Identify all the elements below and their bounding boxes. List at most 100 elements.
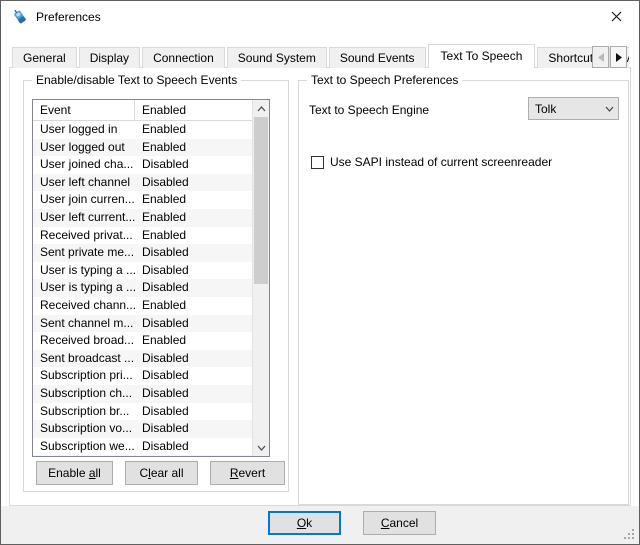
table-header[interactable]: Event Enabled [33, 100, 252, 121]
dialog-footer: Ok Cancel [1, 506, 639, 544]
tab-scroll-left-icon[interactable] [592, 46, 609, 68]
enabled-cell[interactable]: Disabled [135, 174, 252, 192]
event-cell[interactable]: Sent channel m... [33, 315, 135, 333]
chevron-down-icon [600, 106, 618, 112]
event-cell[interactable]: Subscription sh... [33, 455, 135, 456]
tts-preferences-group: Text to Speech Preferences Text to Speec… [298, 80, 629, 505]
enabled-cell[interactable]: Disabled [135, 403, 252, 421]
event-cell[interactable]: Received broad... [33, 332, 135, 350]
scroll-up-icon[interactable] [253, 100, 269, 117]
tab-sound-events[interactable]: Sound Events [329, 47, 426, 68]
table-row[interactable]: Received broad...Enabled [33, 332, 252, 350]
tab-sound-system[interactable]: Sound System [227, 47, 327, 68]
table-row[interactable]: Subscription vo...Disabled [33, 420, 252, 438]
revert-button[interactable]: Revert [210, 461, 285, 485]
table-row[interactable]: User left channelDisabled [33, 174, 252, 192]
event-cell[interactable]: Received privat... [33, 227, 135, 245]
tab-scroll-buttons [591, 46, 627, 68]
event-cell[interactable]: Subscription we... [33, 438, 135, 456]
event-cell[interactable]: Sent private me... [33, 244, 135, 262]
sapi-checkbox-row[interactable]: Use SAPI instead of current screenreader [311, 155, 552, 169]
enabled-cell[interactable]: Enabled [135, 332, 252, 350]
event-cell[interactable]: User left channel [33, 174, 135, 192]
event-cell[interactable]: Subscription ch... [33, 385, 135, 403]
event-cell[interactable]: Subscription vo... [33, 420, 135, 438]
table-row[interactable]: User is typing a ...Disabled [33, 279, 252, 297]
title-bar[interactable]: Preferences [1, 1, 639, 32]
table-row[interactable]: Subscription ch...Disabled [33, 385, 252, 403]
tab-text-to-speech[interactable]: Text To Speech [428, 44, 536, 68]
table-row[interactable]: Sent broadcast ...Disabled [33, 350, 252, 368]
table-row[interactable]: Received chann...Enabled [33, 297, 252, 315]
enabled-cell[interactable]: Enabled [135, 227, 252, 245]
enabled-cell[interactable]: Disabled [135, 315, 252, 333]
event-cell[interactable]: User is typing a ... [33, 279, 135, 297]
tts-engine-value: Tolk [529, 102, 600, 116]
ok-button[interactable]: Ok [268, 511, 341, 535]
sapi-checkbox[interactable] [311, 156, 324, 169]
enabled-cell[interactable]: Enabled [135, 121, 252, 139]
table-row[interactable]: User joined cha...Disabled [33, 156, 252, 174]
event-cell[interactable]: Subscription pri... [33, 367, 135, 385]
enabled-cell[interactable]: Enabled [135, 209, 252, 227]
enable-all-button[interactable]: Enable all [36, 461, 113, 485]
events-table-body: User logged inEnabledUser logged outEnab… [33, 121, 252, 456]
table-row[interactable]: User join curren...Enabled [33, 191, 252, 209]
tab-scroll-right-icon[interactable] [610, 46, 627, 68]
enabled-cell[interactable]: Disabled [135, 438, 252, 456]
event-cell[interactable]: User is typing a ... [33, 262, 135, 280]
clear-all-button[interactable]: Clear all [125, 461, 198, 485]
table-row[interactable]: Received privat...Enabled [33, 227, 252, 245]
vertical-scrollbar[interactable] [252, 100, 269, 456]
enabled-cell[interactable]: Disabled [135, 279, 252, 297]
table-row[interactable]: User is typing a ...Disabled [33, 262, 252, 280]
table-row[interactable]: Subscription sh...Disabled [33, 455, 252, 456]
table-row[interactable]: Subscription br...Disabled [33, 403, 252, 421]
event-cell[interactable]: User logged in [33, 121, 135, 139]
column-header-enabled[interactable]: Enabled [135, 100, 252, 120]
tts-events-table[interactable]: Event Enabled User logged inEnabledUser … [32, 99, 270, 457]
table-row[interactable]: Sent private me...Disabled [33, 244, 252, 262]
tab-connection[interactable]: Connection [142, 47, 225, 68]
scrollbar-thumb[interactable] [254, 117, 268, 284]
tab-display[interactable]: Display [79, 47, 140, 68]
enabled-cell[interactable]: Disabled [135, 455, 252, 456]
enabled-cell[interactable]: Disabled [135, 420, 252, 438]
event-cell[interactable]: User joined cha... [33, 156, 135, 174]
cancel-button[interactable]: Cancel [363, 511, 436, 535]
column-header-event[interactable]: Event [33, 100, 135, 120]
tab-general[interactable]: General [12, 47, 77, 68]
enabled-cell[interactable]: Disabled [135, 262, 252, 280]
tts-events-group-title: Enable/disable Text to Speech Events [32, 73, 241, 87]
tts-preferences-group-title: Text to Speech Preferences [307, 73, 462, 87]
scroll-down-icon[interactable] [253, 439, 269, 456]
close-icon[interactable] [594, 1, 639, 32]
event-cell[interactable]: Sent broadcast ... [33, 350, 135, 368]
event-cell[interactable]: User logged out [33, 139, 135, 157]
table-row[interactable]: User logged inEnabled [33, 121, 252, 139]
event-cell[interactable]: User join curren... [33, 191, 135, 209]
enabled-cell[interactable]: Enabled [135, 191, 252, 209]
table-row[interactable]: Subscription pri...Disabled [33, 367, 252, 385]
enabled-cell[interactable]: Disabled [135, 385, 252, 403]
tts-events-group: Enable/disable Text to Speech Events Eve… [23, 80, 289, 492]
enabled-cell[interactable]: Disabled [135, 367, 252, 385]
event-cell[interactable]: User left current... [33, 209, 135, 227]
enabled-cell[interactable]: Enabled [135, 297, 252, 315]
enabled-cell[interactable]: Enabled [135, 139, 252, 157]
enabled-cell[interactable]: Disabled [135, 156, 252, 174]
enabled-cell[interactable]: Disabled [135, 244, 252, 262]
event-cell[interactable]: Subscription br... [33, 403, 135, 421]
table-row[interactable]: User logged outEnabled [33, 139, 252, 157]
tab-bar: GeneralDisplayConnectionSound SystemSoun… [12, 43, 629, 68]
table-row[interactable]: User left current...Enabled [33, 209, 252, 227]
table-row[interactable]: Subscription we...Disabled [33, 438, 252, 456]
tts-engine-select[interactable]: Tolk [528, 97, 619, 120]
sapi-checkbox-label: Use SAPI instead of current screenreader [330, 155, 552, 169]
table-row[interactable]: Sent channel m...Disabled [33, 315, 252, 333]
resize-grip-icon[interactable] [623, 528, 636, 541]
event-cell[interactable]: Received chann... [33, 297, 135, 315]
enabled-cell[interactable]: Disabled [135, 350, 252, 368]
preferences-dialog: Preferences GeneralDisplayConnectionSoun… [0, 0, 640, 545]
engine-label: Text to Speech Engine [309, 103, 429, 117]
